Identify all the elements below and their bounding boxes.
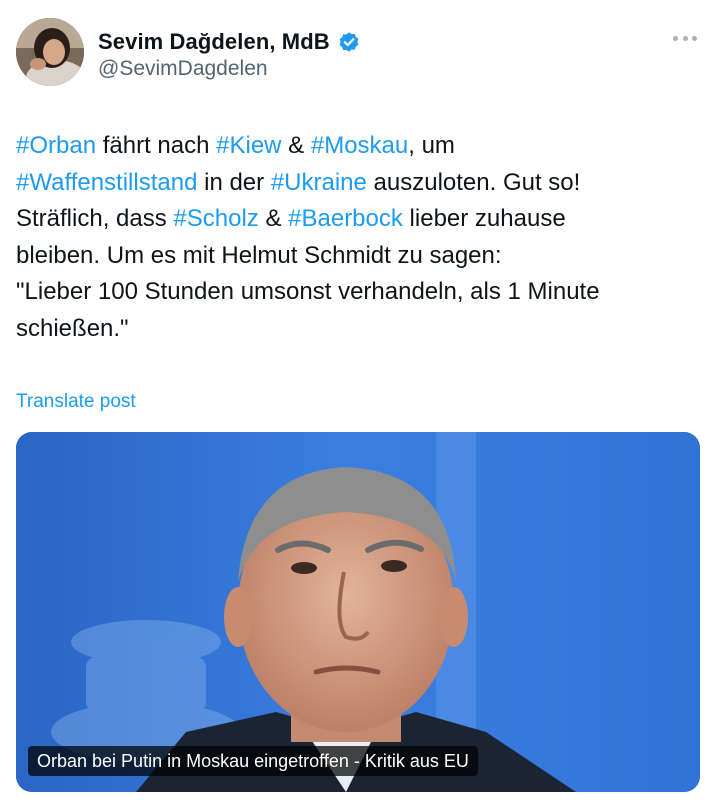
hashtag-link[interactable]: #Baerbock <box>288 205 403 232</box>
post-text-segment: fährt nach <box>96 132 217 159</box>
hashtag-link[interactable]: #Orban <box>16 132 96 159</box>
hashtag-link[interactable]: #Moskau <box>311 132 408 159</box>
verified-badge-icon <box>338 31 360 53</box>
hashtag-link[interactable]: #Kiew <box>216 132 281 159</box>
author-name-row[interactable]: Sevim Dağdelen, MdB <box>98 28 360 56</box>
media-photo <box>16 432 700 792</box>
author-avatar[interactable] <box>16 18 84 86</box>
post-text-segment: , um <box>408 132 455 159</box>
post-text-segment: & <box>258 205 289 232</box>
post-text-segment: in der <box>197 168 271 196</box>
hashtag-link[interactable]: #Scholz <box>173 205 258 232</box>
media-caption: Orban bei Putin in Moskau eingetroffen -… <box>28 746 478 776</box>
post-text: #Orban fährt nach #Kiew & #Moskau, um #W… <box>16 128 696 347</box>
post-text-segment: & <box>281 132 311 159</box>
author-handle[interactable]: @SevimDagdelen <box>98 57 268 81</box>
author-display-name[interactable]: Sevim Dağdelen, MdB <box>98 29 330 55</box>
media-card[interactable]: Orban bei Putin in Moskau eingetroffen -… <box>16 432 700 792</box>
translate-post-link[interactable]: Translate post <box>16 391 136 413</box>
hashtag-link[interactable]: #Waffenstillstand <box>16 169 197 196</box>
more-horizontal-icon[interactable] <box>670 28 700 48</box>
hashtag-link[interactable]: #Ukraine <box>271 169 367 196</box>
